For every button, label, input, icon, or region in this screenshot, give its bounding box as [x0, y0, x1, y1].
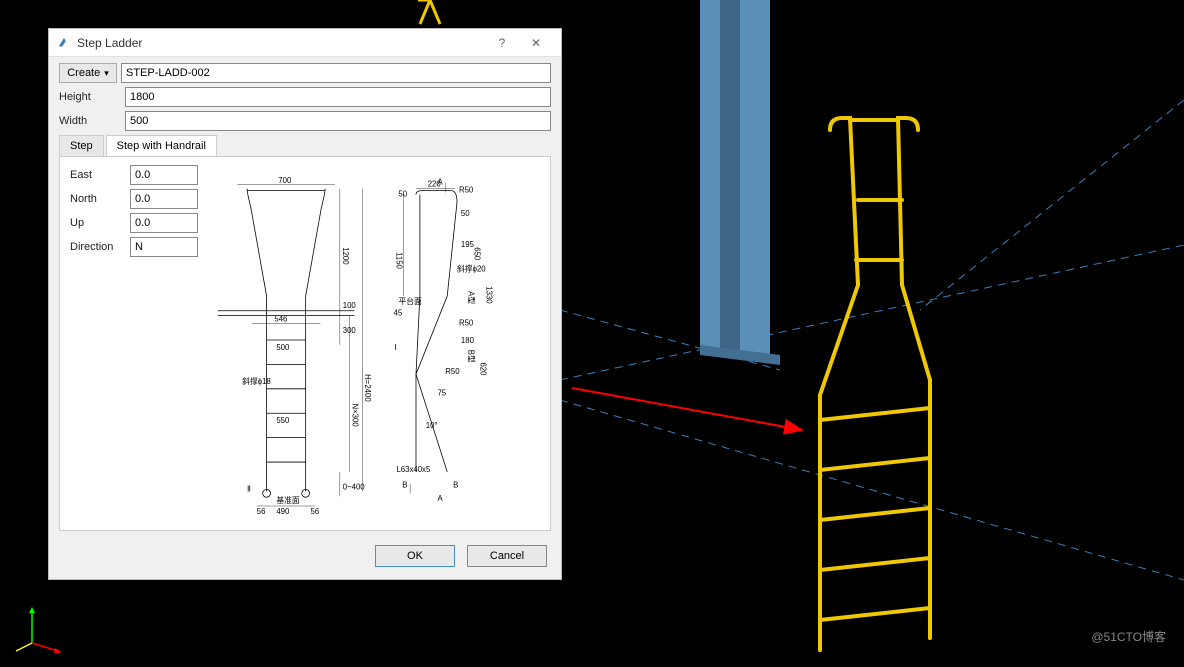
direction-label: Direction [70, 241, 130, 253]
svg-text:N×300: N×300 [351, 403, 360, 427]
app-logo-icon [57, 36, 71, 50]
up-input[interactable] [130, 213, 198, 233]
svg-text:U: U [36, 606, 42, 615]
svg-text:H=2400: H=2400 [363, 374, 372, 402]
help-button[interactable]: ? [485, 33, 519, 53]
steel-column [700, 0, 780, 365]
svg-text:斜撑ϕ20: 斜撑ϕ20 [457, 264, 486, 274]
svg-text:180: 180 [461, 336, 475, 345]
svg-text:650: 650 [473, 247, 482, 261]
svg-text:56: 56 [311, 507, 320, 515]
svg-text:45: 45 [394, 309, 403, 318]
ok-button[interactable]: OK [375, 545, 455, 567]
chevron-down-icon: ▾ [104, 68, 109, 79]
tab-strip: Step Step with Handrail [59, 135, 551, 157]
svg-text:100: 100 [343, 301, 357, 310]
svg-text:A: A [437, 494, 443, 503]
svg-text:斜撑ϕ18: 斜撑ϕ18 [242, 376, 271, 386]
svg-text:N: N [14, 642, 20, 651]
height-label: Height [59, 91, 125, 103]
svg-text:56: 56 [257, 507, 266, 515]
svg-text:R50: R50 [459, 318, 474, 327]
svg-text:50: 50 [461, 209, 470, 218]
svg-text:620: 620 [478, 362, 487, 376]
step-ladder-dialog: Step Ladder ? ✕ Create ▾ Height Width St… [48, 28, 562, 580]
east-label: East [70, 169, 130, 181]
name-input[interactable] [121, 63, 551, 83]
dimension-drawing: 700 546 500 [208, 165, 540, 520]
create-label: Create [67, 67, 100, 79]
dialog-titlebar[interactable]: Step Ladder ? ✕ [49, 29, 561, 57]
svg-text:R50: R50 [459, 186, 474, 195]
svg-text:75: 75 [437, 389, 446, 398]
svg-text:A型: A型 [467, 291, 476, 304]
cancel-button[interactable]: Cancel [467, 545, 547, 567]
create-dropdown[interactable]: Create ▾ [59, 63, 117, 83]
svg-text:R50: R50 [445, 367, 460, 376]
svg-text:1150: 1150 [394, 252, 403, 269]
tab-step-handrail[interactable]: Step with Handrail [106, 135, 217, 156]
width-input[interactable] [125, 111, 551, 131]
svg-text:700: 700 [278, 176, 292, 185]
width-label: Width [59, 115, 125, 127]
svg-text:0~400: 0~400 [343, 482, 366, 491]
svg-text:基准面: 基准面 [276, 495, 300, 505]
watermark: @51CTO博客 [1091, 628, 1166, 645]
svg-text:1200: 1200 [341, 247, 350, 265]
svg-text:平台面: 平台面 [398, 296, 422, 306]
svg-text:220: 220 [428, 180, 442, 189]
direction-input[interactable] [130, 237, 198, 257]
up-label: Up [70, 217, 130, 229]
svg-text:E: E [54, 640, 59, 649]
dialog-button-bar: OK Cancel [49, 535, 561, 579]
svg-text:B: B [402, 480, 407, 489]
ucs-indicator: U N E [14, 603, 64, 653]
north-input[interactable] [130, 189, 198, 209]
tab-body: East North Up Direction 700 [59, 157, 551, 531]
svg-text:10°: 10° [426, 421, 438, 430]
north-label: North [70, 193, 130, 205]
height-input[interactable] [125, 87, 551, 107]
dialog-title: Step Ladder [77, 36, 485, 50]
step-ladder-3d [820, 118, 930, 650]
east-input[interactable] [130, 165, 198, 185]
close-button[interactable]: ✕ [519, 33, 553, 53]
svg-text:Ⅰ: Ⅰ [395, 343, 397, 352]
svg-text:195: 195 [461, 240, 475, 249]
svg-text:L63x40x5: L63x40x5 [396, 465, 430, 474]
svg-text:500: 500 [276, 343, 290, 352]
coord-panel: East North Up Direction [70, 165, 200, 520]
svg-text:50: 50 [398, 189, 407, 198]
tab-step[interactable]: Step [59, 135, 104, 156]
svg-text:550: 550 [276, 416, 290, 425]
svg-text:546: 546 [274, 314, 287, 323]
svg-text:B型: B型 [467, 350, 476, 363]
svg-text:490: 490 [276, 507, 290, 515]
svg-text:Ⅱ: Ⅱ [247, 484, 251, 493]
svg-text:1330: 1330 [484, 286, 493, 304]
svg-text:B: B [453, 480, 458, 489]
